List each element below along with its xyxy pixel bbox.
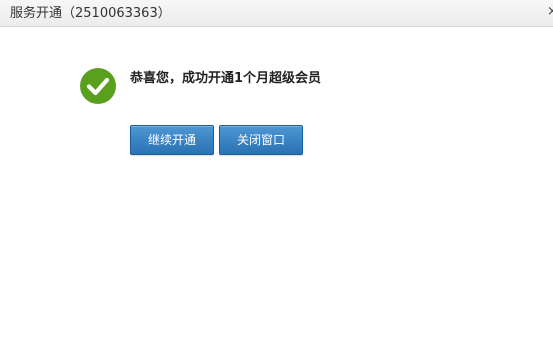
dialog-title: 服务开通（2510063363）: [10, 6, 171, 21]
title-bar: 服务开通（2510063363） ×: [0, 0, 553, 27]
continue-activation-button[interactable]: 继续开通: [130, 125, 214, 155]
success-message: 恭喜您，成功开通1个月超级会员: [130, 71, 322, 86]
close-icon[interactable]: ×: [547, 5, 553, 19]
check-circle-icon: [80, 68, 116, 104]
service-dialog: 服务开通（2510063363） × 恭喜您，成功开通1个月超级会员 继续开通 …: [0, 0, 553, 359]
close-window-button[interactable]: 关闭窗口: [219, 125, 303, 155]
